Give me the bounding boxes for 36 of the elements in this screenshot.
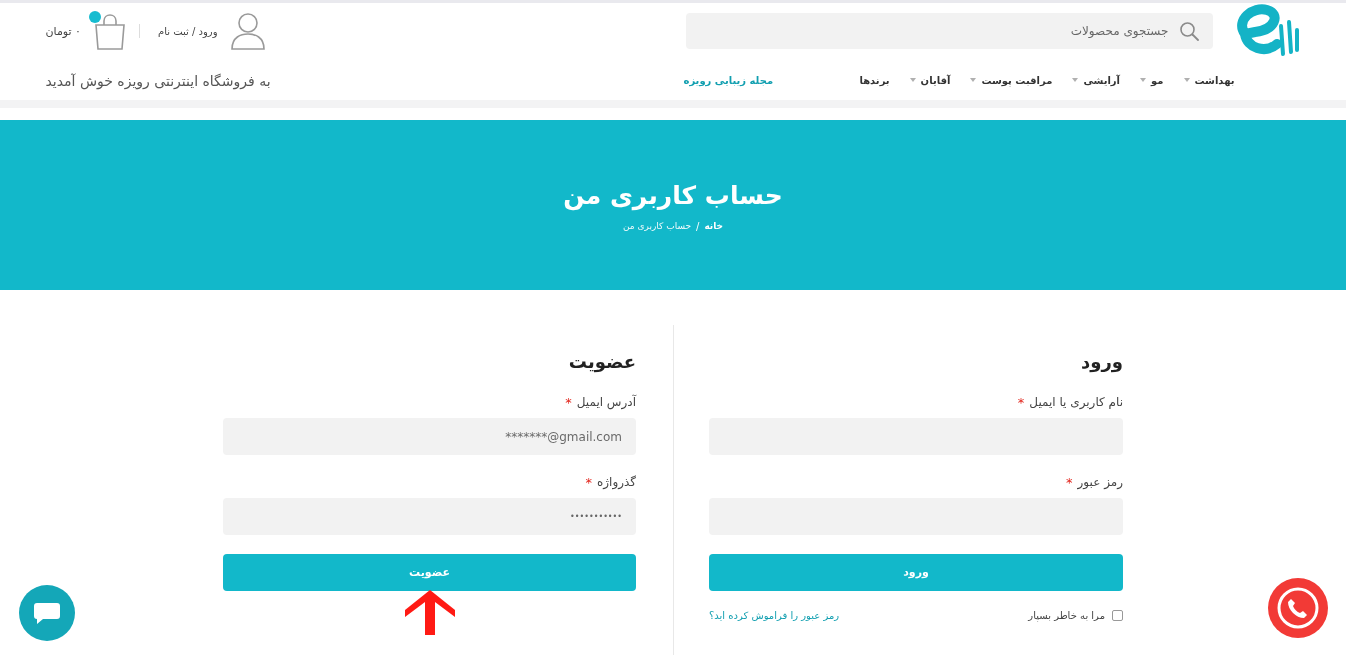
- cart-total: ۰ تومان: [45, 24, 81, 38]
- nav-link[interactable]: آقایان: [909, 74, 951, 86]
- nav-link[interactable]: مو: [1140, 74, 1164, 86]
- checkbox-label: مرا به خاطر بسپار: [1028, 610, 1105, 621]
- nav-link[interactable]: برندها: [859, 74, 890, 86]
- shopping-bag-icon[interactable]: [93, 13, 127, 51]
- required-mark: *: [585, 474, 592, 490]
- form-heading: ورود: [1080, 350, 1123, 374]
- phone-icon: [1276, 586, 1320, 630]
- form-heading: عضویت: [567, 350, 636, 374]
- nav-link[interactable]: بهداشت: [1183, 74, 1235, 86]
- input-field[interactable]: *******@gmail.com: [223, 418, 636, 455]
- up-arrow-icon: [405, 590, 455, 635]
- nav-link[interactable]: مراقبت پوست: [970, 74, 1053, 86]
- user-icon[interactable]: [229, 11, 268, 51]
- chat-bubble-icon: [33, 601, 61, 625]
- required-mark: *: [1066, 474, 1073, 490]
- cart-count-dot-icon: [89, 11, 101, 23]
- input-field[interactable]: •••••••••••: [223, 498, 636, 535]
- nav-link[interactable]: آرایشی: [1072, 74, 1121, 86]
- search-field[interactable]: جستجوی محصولات: [685, 13, 1213, 49]
- account-link[interactable]: ورود / ثبت نام: [158, 25, 218, 37]
- remember-checkbox[interactable]: [1112, 610, 1123, 621]
- required-mark: *: [565, 394, 572, 410]
- chat-button[interactable]: [19, 585, 75, 641]
- field-label: آدرس ایمیل: [576, 395, 636, 409]
- welcome-text: به فروشگاه اینترنتی رویزه خوش آمدید: [45, 72, 271, 89]
- page-title: حساب کاربری من: [563, 179, 783, 213]
- required-mark: *: [1017, 394, 1025, 410]
- search-icon: [1178, 21, 1199, 41]
- breadcrumb-separator: /: [696, 220, 700, 232]
- field-label: نام کاربری یا ایمیل: [1029, 395, 1123, 409]
- field-label: رمز عبور: [1077, 475, 1123, 489]
- phone-button[interactable]: [1268, 578, 1328, 638]
- field-label: گذرواژه: [596, 475, 636, 489]
- breadcrumb-current: حساب کاربری من: [622, 221, 691, 231]
